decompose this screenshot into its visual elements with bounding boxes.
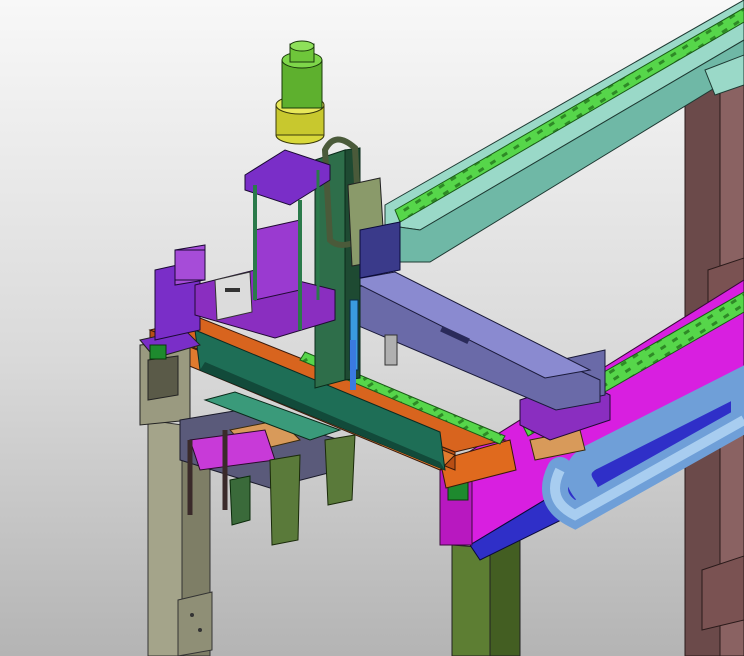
x-axis-carriage-plate <box>194 219 336 339</box>
x-axis-servo-motor <box>174 249 206 281</box>
cad-viewport[interactable] <box>0 0 744 656</box>
gantry-robot-render <box>139 0 744 656</box>
